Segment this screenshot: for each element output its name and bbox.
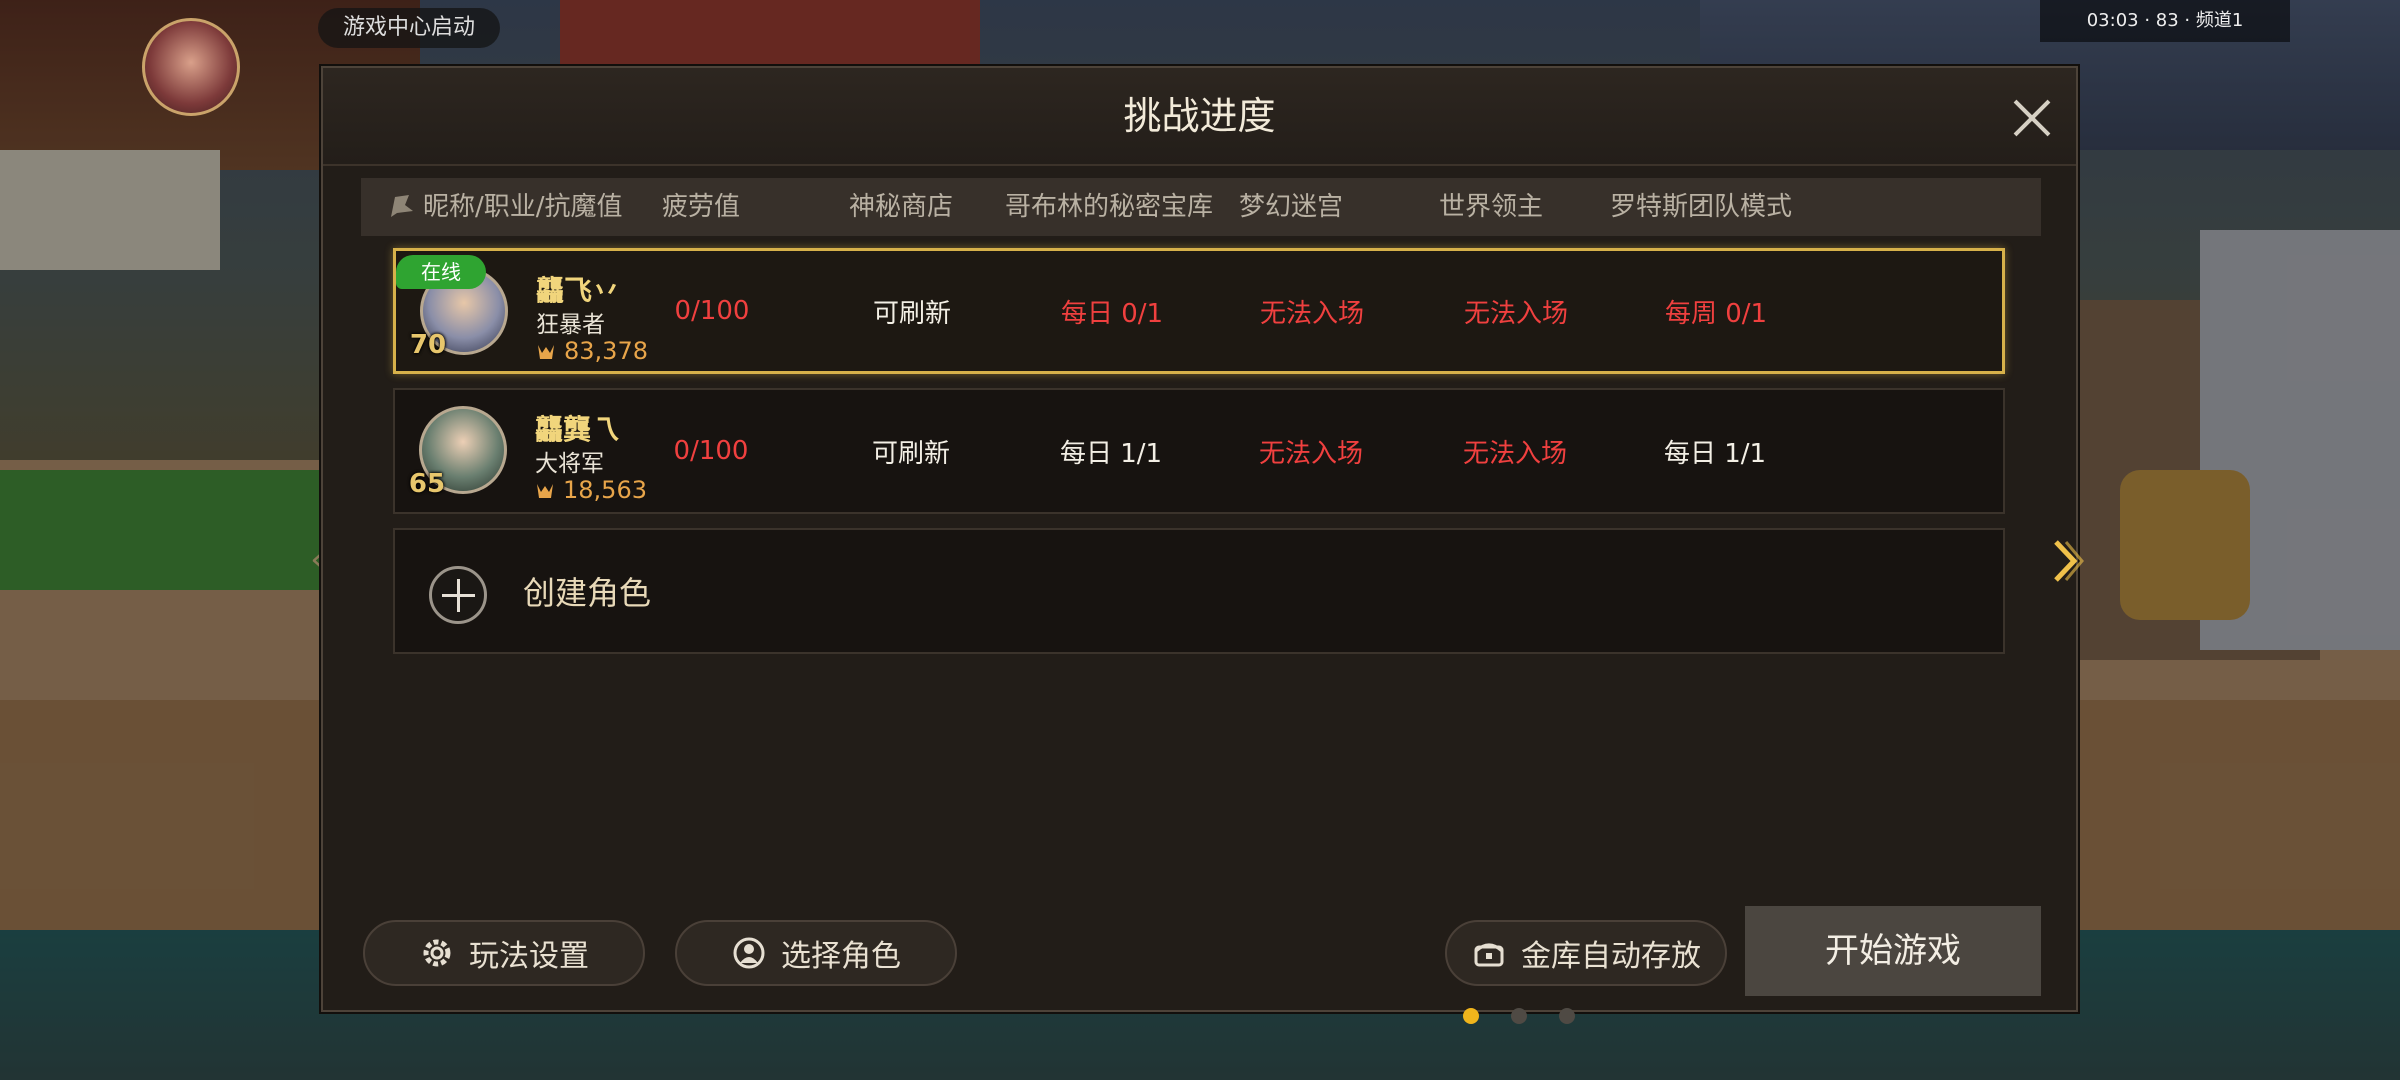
vault-chest-icon: [1474, 943, 1504, 967]
goblin-status: 每日 0/1: [1060, 298, 1164, 329]
maze-status: 无法入场: [1259, 298, 1364, 329]
character-row[interactable]: 65 龘龔乁 大将军 18,563 0/100 可刷新 每日 1/1 无法入场 …: [393, 388, 2005, 514]
character-row[interactable]: 在线 70 龘飞丷 狂暴者 83,378 0/100 可刷新 每日 0/1 无法…: [393, 248, 2005, 374]
character-flag-icon: [391, 195, 413, 217]
fatigue-value: 0/100: [674, 296, 750, 326]
close-icon[interactable]: [2008, 92, 2058, 142]
chevron-right-icon[interactable]: [2052, 538, 2084, 584]
dialog-title: 挑战进度: [1123, 94, 1276, 138]
select-character-label: 选择角色: [781, 939, 901, 974]
character-job: 大将军: [535, 451, 604, 477]
anti-magic-icon: [538, 345, 554, 359]
col-header-shop: 神秘商店: [848, 192, 953, 222]
col-header-maze: 梦幻迷宫: [1238, 192, 1343, 222]
anti-magic-icon: [537, 484, 553, 498]
page-dot-1[interactable]: [1463, 1008, 1479, 1024]
fatigue-value: 0/100: [673, 436, 749, 466]
gameplay-settings-button[interactable]: 玩法设置: [363, 920, 645, 986]
status-bar: 03:03 · 83 · 频道1: [2040, 0, 2290, 42]
page-indicator: [1463, 1008, 1593, 1032]
character-name: 龘龔乁: [535, 413, 620, 446]
select-character-button[interactable]: 选择角色: [675, 920, 957, 986]
goblin-status: 每日 1/1: [1059, 438, 1163, 469]
vault-auto-store-button[interactable]: 金库自动存放: [1445, 920, 1727, 986]
rotus-status: 每日 1/1: [1663, 438, 1767, 469]
player-avatar: [142, 18, 240, 116]
character-job: 狂暴者: [536, 312, 605, 338]
table-header: 昵称/职业/抗魔值 疲劳值 神秘商店 哥布林的秘密宝库 梦幻迷宫 世界领主 罗特…: [361, 178, 2041, 236]
vault-auto-store-label: 金库自动存放: [1521, 939, 1701, 974]
game-center-pill[interactable]: 游戏中心启动: [318, 8, 500, 48]
col-header-goblin: 哥布林的秘密宝库: [1004, 192, 1213, 222]
gameplay-settings-label: 玩法设置: [469, 939, 589, 974]
plus-icon[interactable]: [429, 566, 487, 624]
online-badge: 在线: [396, 255, 486, 289]
world-boss-status: 无法入场: [1462, 438, 1567, 469]
col-header-rotus: 罗特斯团队模式: [1609, 192, 1792, 222]
rotus-status: 每周 0/1: [1664, 298, 1768, 329]
challenge-progress-dialog: 挑战进度 昵称/职业/抗魔值 疲劳值 神秘商店 哥布林的秘密宝库 梦幻迷宫 世界…: [321, 66, 2078, 1024]
character-name: 龘飞丷: [536, 274, 621, 307]
maze-status: 无法入场: [1258, 438, 1363, 469]
character-select-icon: [733, 937, 765, 969]
page-dot-3[interactable]: [1559, 1008, 1575, 1024]
start-game-button[interactable]: 开始游戏: [1745, 906, 2041, 996]
level-badge: 70: [404, 325, 452, 365]
world-boss-status: 无法入场: [1463, 298, 1568, 329]
col-header-name: 昵称/职业/抗魔值: [423, 192, 623, 222]
col-header-world-boss: 世界领主: [1438, 192, 1543, 222]
gear-icon: [423, 939, 451, 967]
col-header-fatigue: 疲劳值: [661, 192, 740, 222]
level-badge: 65: [403, 464, 451, 504]
page-dot-2[interactable]: [1511, 1008, 1527, 1024]
create-character-label: 创建角色: [523, 574, 652, 612]
create-character-row[interactable]: 创建角色: [393, 528, 2005, 654]
shop-status: 可刷新: [872, 298, 951, 329]
shop-status: 可刷新: [871, 438, 950, 469]
